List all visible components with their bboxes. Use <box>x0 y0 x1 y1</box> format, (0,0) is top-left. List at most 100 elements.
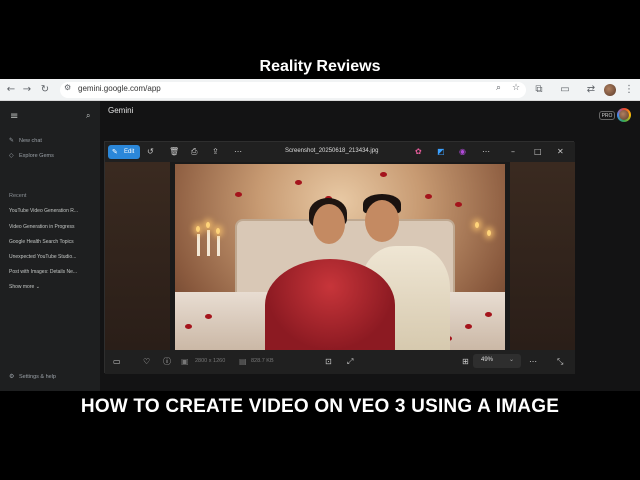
close-icon[interactable]: ✕ <box>557 146 564 158</box>
displayed-photo <box>175 164 505 350</box>
recent-chat-item[interactable]: Video Generation in Progress <box>9 224 75 230</box>
copilot-icon[interactable]: ✿ <box>415 146 422 158</box>
gemini-sidebar: ≡ ⌕ ✎ New chat ◇ Explore Gems Recent YouTu… <box>0 101 100 391</box>
new-chat-button[interactable]: ✎ New chat <box>9 137 42 144</box>
info-icon[interactable]: ⓘ <box>163 356 171 368</box>
chevron-down-icon: ⌄ <box>509 356 515 363</box>
recent-heading: Recent <box>9 193 27 199</box>
file-icon: ▤ <box>239 357 247 366</box>
photo-candle <box>207 230 210 256</box>
channel-title: Reality Reviews <box>259 58 381 75</box>
zoom-magnifier-icon[interactable]: ⌕ <box>496 83 501 93</box>
print-icon[interactable]: ⎙ <box>191 146 197 158</box>
cast-icon[interactable]: ▭ <box>558 83 572 97</box>
file-name: Screenshot_20250618_213434.jpg <box>285 148 379 154</box>
gear-icon: ⚙ <box>9 373 15 380</box>
show-more-label: Show more <box>9 284 35 290</box>
search-icon[interactable]: ⌕ <box>86 111 90 121</box>
favorite-heart-icon[interactable]: ♡ <box>143 356 150 368</box>
photo-candle-flame <box>206 222 210 228</box>
edit-button[interactable]: ✎ Edit <box>108 145 140 159</box>
photo-candle-flame <box>196 226 200 232</box>
image-dimensions: 2800 x 1260 <box>195 358 226 364</box>
back-arrow-icon[interactable]: ← <box>4 83 18 97</box>
video-frame: Reality Reviews ← → ↻ ⚙ gemini.google.co… <box>0 0 640 480</box>
photo-petal <box>185 324 192 329</box>
photo-petal <box>205 314 212 319</box>
fullscreen-icon[interactable]: ⤡ <box>557 356 563 368</box>
zoom-dropdown[interactable]: 49% ⌄ <box>473 354 521 368</box>
photo-petal <box>425 194 432 199</box>
photo-groom-face <box>365 200 399 242</box>
photo-petal <box>485 312 492 317</box>
more-options-icon[interactable]: ⋯ <box>529 356 537 368</box>
chevron-down-icon: ⌄ <box>35 284 40 290</box>
gem-icon: ◇ <box>9 152 14 159</box>
viewer-toolbar: ✎ Edit ↺ 🗑 ⎙ ⇪ ⋯ Screenshot_20250618_213… <box>105 142 575 162</box>
share-icon[interactable]: ⇪ <box>212 146 219 158</box>
bookmark-star-icon[interactable]: ☆ <box>512 83 520 93</box>
rotate-icon[interactable]: ↺ <box>147 146 154 158</box>
zoom-level: 49% <box>481 357 494 363</box>
settings-help-button[interactable]: ⚙ Settings & help <box>9 373 56 380</box>
edit-label: Edit <box>124 149 135 155</box>
actual-size-icon[interactable]: ⤢ <box>347 356 353 368</box>
gemini-title[interactable]: Gemini <box>108 106 133 115</box>
settings-help-label: Settings & help <box>19 374 56 380</box>
hamburger-menu-icon[interactable]: ≡ <box>10 111 18 122</box>
photo-petal <box>295 180 302 185</box>
photo-backdrop-left <box>105 162 170 350</box>
recent-chat-item[interactable]: Unexpected YouTube Studio... <box>9 254 76 260</box>
browser-window: ← → ↻ ⚙ gemini.google.com/app ⌕ ☆ ⧉ ▭ ⇄ … <box>0 79 640 391</box>
photo-petal <box>235 192 242 197</box>
recent-chat-item[interactable]: Post with Images: Details Ne... <box>9 269 77 275</box>
clipchamp-icon[interactable]: ◉ <box>459 146 466 158</box>
new-chat-label: New chat <box>19 138 42 144</box>
recent-chat-item[interactable]: Google Health Search Topics <box>9 239 74 245</box>
browser-toolbar: ← → ↻ ⚙ gemini.google.com/app ⌕ ☆ ⧉ ▭ ⇄ … <box>0 79 640 101</box>
pro-badge: PRO <box>599 111 615 120</box>
photo-petal <box>465 324 472 329</box>
url-text: gemini.google.com/app <box>78 84 161 93</box>
photo-petal <box>455 202 462 207</box>
translate-icon[interactable]: ⇄ <box>584 83 598 97</box>
photo-candle <box>197 234 200 256</box>
recent-chat-item[interactable]: YouTube Video Generation R... <box>9 208 78 214</box>
account-avatar[interactable] <box>617 108 631 122</box>
image-canvas <box>105 162 575 350</box>
photo-bride-lehenga <box>265 259 395 350</box>
address-bar[interactable]: ⚙ gemini.google.com/app ⌕ ☆ <box>60 82 526 98</box>
photo-candle-flame <box>487 230 491 236</box>
photo-candle-flame <box>475 222 479 228</box>
more-options-icon[interactable]: ⋯ <box>234 146 242 158</box>
delete-icon[interactable]: 🗑 <box>169 146 179 158</box>
photo-petal <box>380 172 387 177</box>
browser-menu-icon[interactable]: ⋮ <box>622 83 636 97</box>
extensions-icon[interactable]: ⧉ <box>532 83 546 97</box>
photo-candle-flame <box>216 228 220 234</box>
photo-bride-face <box>313 204 345 244</box>
show-more-button[interactable]: Show more ⌄ <box>9 284 40 290</box>
reload-icon[interactable]: ↻ <box>38 83 52 97</box>
gemini-page: ≡ ⌕ ✎ New chat ◇ Explore Gems Recent YouTu… <box>0 101 640 391</box>
more-apps-icon[interactable]: ⋯ <box>482 146 490 158</box>
photo-candle <box>217 236 220 256</box>
minimize-icon[interactable]: – <box>511 146 515 158</box>
edit-pencil-icon: ✎ <box>112 148 118 156</box>
site-info-icon[interactable]: ⚙ <box>64 83 71 92</box>
zoom-fit-icon[interactable]: ⊞ <box>462 356 469 368</box>
maximize-icon[interactable]: □ <box>534 146 542 158</box>
designer-icon[interactable]: ◩ <box>437 146 445 158</box>
profile-avatar[interactable] <box>604 84 616 96</box>
video-caption: HOW TO CREATE VIDEO ON VEO 3 USING A IMA… <box>80 396 560 417</box>
image-size-icon: ▣ <box>181 357 189 366</box>
explore-gems-button[interactable]: ◇ Explore Gems <box>9 152 54 159</box>
edit-pencil-icon: ✎ <box>9 137 15 144</box>
photo-backdrop-right <box>510 162 575 350</box>
forward-arrow-icon[interactable]: → <box>20 83 34 97</box>
filmstrip-icon[interactable]: ▭ <box>113 356 121 368</box>
fit-to-window-icon[interactable]: ⊡ <box>325 356 332 368</box>
explore-gems-label: Explore Gems <box>19 153 54 159</box>
photo-viewer-window: ✎ Edit ↺ 🗑 ⎙ ⇪ ⋯ Screenshot_20250618_213… <box>104 141 575 374</box>
file-size: 828.7 KB <box>251 358 274 364</box>
